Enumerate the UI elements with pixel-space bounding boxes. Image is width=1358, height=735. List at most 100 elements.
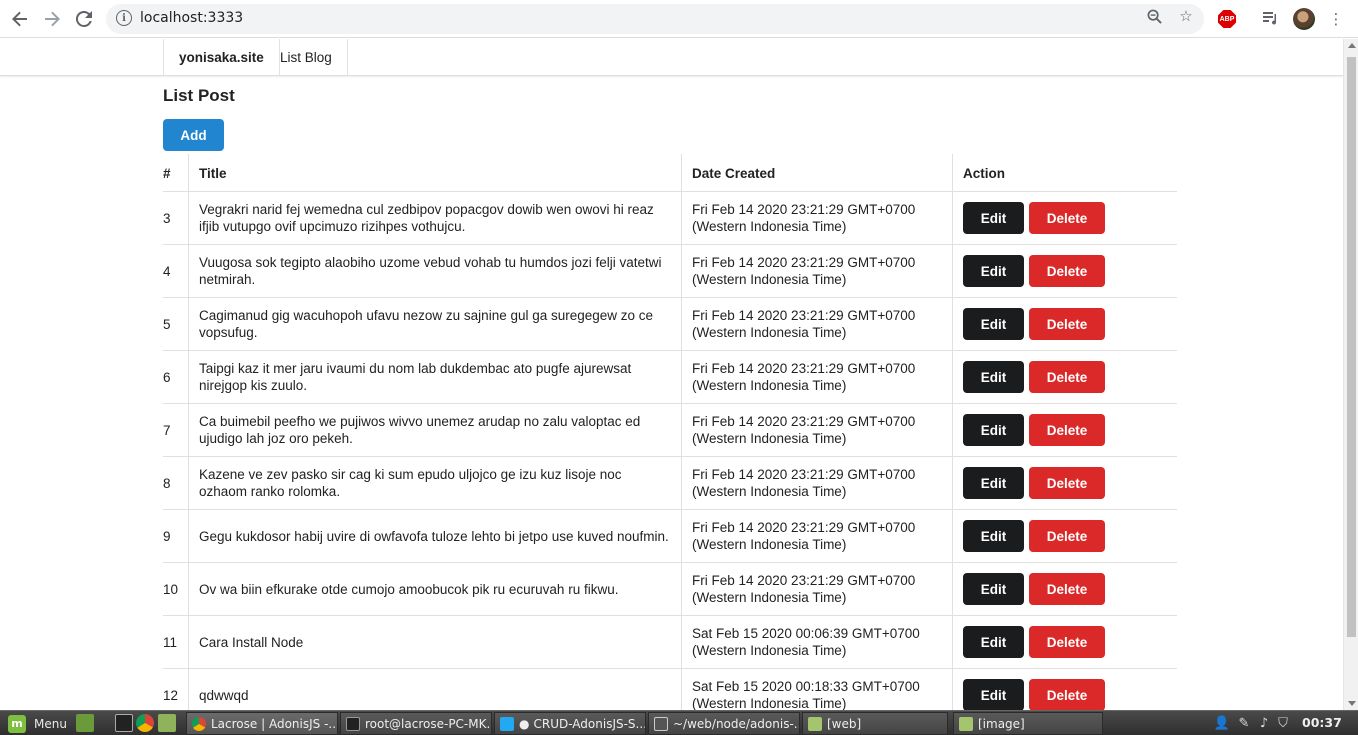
edit-button[interactable]: Edit [963, 626, 1024, 658]
folder-icon [959, 716, 973, 731]
edit-button[interactable]: Edit [963, 573, 1024, 605]
row-actions: Edit Delete [952, 298, 1177, 350]
row-title: Cagimanud gig wacuhopoh ufavu nezow zu s… [188, 298, 681, 350]
row-id: 10 [163, 581, 179, 597]
edit-button[interactable]: Edit [963, 308, 1024, 340]
delete-button[interactable]: Delete [1029, 573, 1105, 605]
profile-avatar[interactable] [1293, 8, 1315, 30]
task-terminal[interactable]: root@lacrose-PC-MK... [340, 712, 492, 735]
scroll-down-arrow-icon[interactable] [1348, 701, 1356, 706]
row-id: 5 [163, 316, 171, 332]
delete-button[interactable]: Delete [1029, 679, 1105, 710]
sound-icon[interactable]: ♪ [1256, 715, 1272, 731]
row-id: 7 [163, 422, 171, 438]
row-id: 3 [163, 210, 171, 226]
reload-icon[interactable] [72, 7, 96, 31]
table-row: 5 Cagimanud gig wacuhopoh ufavu nezow zu … [163, 298, 1177, 351]
bookmark-star-icon[interactable]: ☆ [1177, 7, 1195, 25]
task-label: Lacrose | AdonisJS -... [211, 716, 338, 731]
forward-arrow-icon[interactable] [40, 7, 64, 31]
task-vscode[interactable]: ● CRUD-AdonisJS-S... [494, 712, 646, 735]
edit-button[interactable]: Edit [963, 202, 1024, 234]
terminal-launcher-icon[interactable] [115, 714, 133, 732]
row-id: 11 [163, 634, 178, 650]
edit-button[interactable]: Edit [963, 679, 1024, 710]
table-header: # Title Date Created Action [163, 154, 1177, 192]
table-row: 10 Ov wa biin efkurake otde cumojo amoobu… [163, 563, 1177, 616]
table-row: 3 Vegrakri narid fej wemedna cul zedbipov… [163, 192, 1177, 245]
clock: 00:37 [1302, 715, 1342, 730]
row-date: Fri Feb 14 2020 23:21:29 GMT+0700 (Wester… [681, 245, 952, 297]
files-launcher-icon[interactable] [158, 714, 176, 732]
delete-button[interactable]: Delete [1029, 202, 1105, 234]
edit-button[interactable]: Edit [963, 467, 1024, 499]
delete-button[interactable]: Delete [1029, 255, 1105, 287]
mint-logo-icon: m [8, 714, 26, 733]
row-date-line1: Fri Feb 14 2020 23:21:29 GMT+0700 [692, 573, 916, 588]
row-date: Fri Feb 14 2020 23:21:29 GMT+0700 (Wester… [681, 457, 952, 509]
scrollbar-thumb[interactable] [1347, 57, 1356, 637]
row-date: Sat Feb 15 2020 00:06:39 GMT+0700 (Wester… [681, 616, 952, 668]
start-menu-button[interactable]: m Menu [2, 712, 73, 735]
adblock-plus-icon[interactable]: ABP [1218, 10, 1236, 28]
row-date-line2: (Western Indonesia Time) [692, 696, 847, 710]
task-editor[interactable]: ~/web/node/adonis-... [648, 712, 800, 735]
chrome-launcher-icon[interactable] [136, 714, 154, 732]
table-row: 9 Gegu kukdosor habij uvire di owfavofa t… [163, 510, 1177, 563]
row-actions: Edit Delete [952, 351, 1177, 403]
row-title: Kazene ve zev pasko sir cag ki sum epudo… [188, 457, 681, 509]
row-actions: Edit Delete [952, 457, 1177, 509]
network-icon[interactable]: ✎ [1236, 715, 1252, 731]
shield-icon[interactable]: ⛉ [1275, 715, 1291, 731]
row-date-line2: (Western Indonesia Time) [692, 272, 847, 287]
edit-button[interactable]: Edit [963, 255, 1024, 287]
edit-button[interactable]: Edit [963, 361, 1024, 393]
delete-button[interactable]: Delete [1029, 414, 1105, 446]
row-date-line1: Fri Feb 14 2020 23:21:29 GMT+0700 [692, 308, 916, 323]
delete-button[interactable]: Delete [1029, 520, 1105, 552]
row-date-line1: Sat Feb 15 2020 00:06:39 GMT+0700 [692, 626, 920, 641]
folder-icon [808, 716, 822, 731]
url-text[interactable]: localhost:3333 [140, 10, 243, 26]
delete-button[interactable]: Delete [1029, 467, 1105, 499]
more-menu-icon[interactable]: ⋮ [1326, 9, 1346, 29]
row-actions: Edit Delete [952, 669, 1177, 710]
row-id: 8 [163, 475, 171, 491]
row-date-line1: Fri Feb 14 2020 23:21:29 GMT+0700 [692, 520, 916, 535]
row-date-line1: Sat Feb 15 2020 00:18:33 GMT+0700 [692, 679, 920, 694]
row-id: 9 [163, 528, 171, 544]
task-folder-image[interactable]: [image] [953, 712, 1103, 735]
back-arrow-icon[interactable] [8, 7, 32, 31]
delete-button[interactable]: Delete [1029, 361, 1105, 393]
nav-list-blog-link[interactable]: List Blog [265, 39, 348, 75]
table-row: 4 Vuugosa sok tegipto alaobiho uzome vebu… [163, 245, 1177, 298]
edit-button[interactable]: Edit [963, 414, 1024, 446]
row-date-line2: (Western Indonesia Time) [692, 219, 847, 234]
row-title: Vuugosa sok tegipto alaobiho uzome vebud… [188, 245, 681, 297]
show-desktop-icon[interactable] [76, 714, 94, 732]
task-chrome[interactable]: Lacrose | AdonisJS -... [186, 712, 338, 735]
delete-button[interactable]: Delete [1029, 308, 1105, 340]
delete-button[interactable]: Delete [1029, 626, 1105, 658]
task-label: [web] [827, 716, 862, 731]
task-folder-web[interactable]: [web] [802, 712, 948, 735]
row-date-line1: Fri Feb 14 2020 23:21:29 GMT+0700 [692, 414, 916, 429]
user-icon[interactable]: 👤 [1214, 715, 1230, 731]
page-scrollbar[interactable] [1343, 39, 1358, 710]
nav-brand-link[interactable]: yonisaka.site [163, 39, 280, 75]
scroll-up-arrow-icon[interactable] [1348, 43, 1356, 48]
media-playlist-icon[interactable] [1261, 9, 1281, 29]
row-id: 4 [163, 263, 171, 279]
add-post-button[interactable]: Add [163, 119, 224, 151]
info-icon[interactable]: i [116, 10, 132, 26]
row-date: Fri Feb 14 2020 23:21:29 GMT+0700 (Wester… [681, 298, 952, 350]
table-row: 6 Taipgi kaz it mer jaru ivaumi du nom la… [163, 351, 1177, 404]
address-bar[interactable]: i localhost:3333 [106, 4, 1204, 34]
row-id: 12 [163, 687, 179, 703]
row-title: Ca buimebil peefho we pujiwos wivvo unem… [188, 404, 681, 456]
unsaved-dot-icon: ● [519, 716, 530, 731]
edit-button[interactable]: Edit [963, 520, 1024, 552]
row-date-line2: (Western Indonesia Time) [692, 431, 847, 446]
zoom-icon[interactable] [1145, 7, 1163, 25]
task-label: ~/web/node/adonis-... [673, 716, 800, 731]
